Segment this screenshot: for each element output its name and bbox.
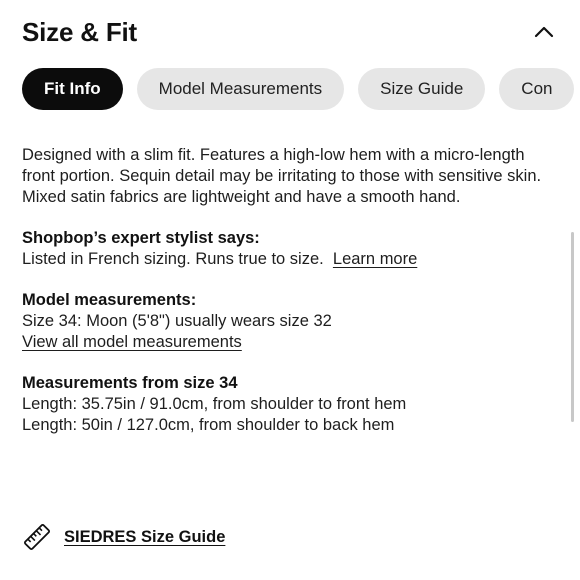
measurement-line: Length: 35.75in / 91.0cm, from shoulder …: [22, 395, 407, 413]
stylist-text: Listed in French sizing. Runs true to si…: [22, 250, 324, 268]
model-size-text: Size 34: Moon (5'8") usually wears size …: [22, 312, 332, 330]
size-fit-header: Size & Fit: [22, 14, 558, 50]
collapse-button[interactable]: [530, 18, 558, 46]
stylist-heading: Shopbop’s expert stylist says:: [22, 229, 260, 247]
size-guide-link[interactable]: SIEDRES Size Guide: [64, 528, 225, 547]
stylist-note: Listed in French sizing. Runs true to si…: [22, 249, 562, 270]
ruler-icon: [22, 522, 52, 552]
view-model-measurements-link[interactable]: View all model measurements: [22, 333, 242, 351]
fit-description: Designed with a slim fit. Features a hig…: [22, 146, 542, 206]
section-title: Size & Fit: [22, 17, 138, 47]
chevron-up-icon: [534, 26, 554, 38]
fit-info-panel: Designed with a slim fit. Features a hig…: [22, 145, 562, 436]
model-heading: Model measurements:: [22, 291, 197, 309]
size-fit-tabs: Fit Info Model Measurements Size Guide Con: [22, 68, 580, 110]
scrollbar[interactable]: [571, 232, 574, 422]
measurements-section: Measurements from size 34 Length: 35.75i…: [22, 373, 562, 436]
size-guide-row[interactable]: SIEDRES Size Guide: [22, 522, 225, 552]
tab-con[interactable]: Con: [499, 68, 575, 110]
tab-fit-info[interactable]: Fit Info: [22, 68, 123, 110]
measurements-heading: Measurements from size 34: [22, 374, 238, 392]
tab-size-guide[interactable]: Size Guide: [358, 68, 486, 110]
stylist-section: Shopbop’s expert stylist says: Listed in…: [22, 228, 562, 270]
learn-more-link[interactable]: Learn more: [333, 250, 417, 268]
tab-model-measurements[interactable]: Model Measurements: [136, 68, 345, 110]
measurement-line: Length: 50in / 127.0cm, from shoulder to…: [22, 416, 395, 434]
model-section: Model measurements: Size 34: Moon (5'8")…: [22, 290, 562, 353]
